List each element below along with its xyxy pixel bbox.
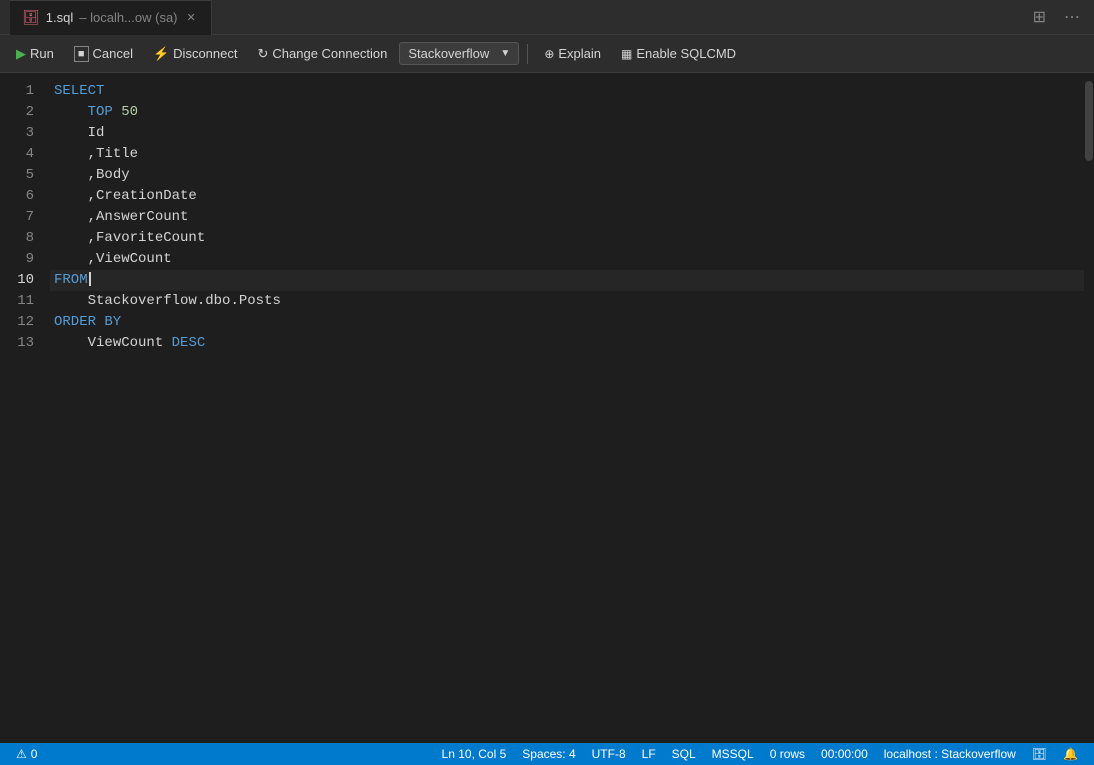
run-icon: ▶ bbox=[16, 46, 26, 62]
enable-sqlcmd-button[interactable]: ▦ Enable SQLCMD bbox=[613, 42, 744, 65]
disconnect-label: Disconnect bbox=[173, 46, 237, 61]
run-button[interactable]: ▶ Run bbox=[8, 42, 62, 66]
explain-label: Explain bbox=[558, 46, 601, 61]
language-text: SQL bbox=[672, 747, 696, 761]
code-line-1[interactable]: SELECT bbox=[50, 81, 1084, 102]
code-line-7[interactable]: ,AnswerCount bbox=[50, 207, 1084, 228]
code-line-4[interactable]: ,Title bbox=[50, 144, 1084, 165]
scrollbar-thumb[interactable] bbox=[1085, 81, 1093, 161]
warning-icon: ⚠ bbox=[16, 747, 27, 761]
code-line-5[interactable]: ,Body bbox=[50, 165, 1084, 186]
time-text: 00:00:00 bbox=[821, 747, 868, 761]
connection-dropdown[interactable]: Stackoverflow ▼ bbox=[399, 42, 519, 65]
vertical-scrollbar[interactable] bbox=[1084, 73, 1094, 743]
db-icon: 🗄 bbox=[1032, 747, 1047, 761]
change-conn-icon: ↻ bbox=[257, 46, 268, 62]
notification-icon[interactable]: 🔔 bbox=[1055, 747, 1086, 761]
editor-area: 12345678910111213 SELECT TOP 50 Id ,Titl… bbox=[0, 73, 1094, 743]
cancel-button[interactable]: ■ Cancel bbox=[66, 42, 141, 66]
code-line-8[interactable]: ,FavoriteCount bbox=[50, 228, 1084, 249]
line-numbers: 12345678910111213 bbox=[0, 73, 50, 743]
dialect-text: MSSQL bbox=[712, 747, 754, 761]
explain-icon: ⊕ bbox=[544, 47, 554, 61]
explain-button[interactable]: ⊕ Explain bbox=[536, 42, 609, 65]
disconnect-icon: ⚡ bbox=[153, 46, 169, 62]
warning-count: 0 bbox=[31, 747, 38, 761]
title-bar-controls: ⊞ ⋯ bbox=[1029, 3, 1084, 31]
db-status-icon[interactable]: 🗄 bbox=[1024, 747, 1055, 761]
tab-db-icon: 🗄 bbox=[22, 9, 40, 26]
code-editor[interactable]: SELECT TOP 50 Id ,Title ,Body ,CreationD… bbox=[50, 73, 1084, 743]
line-ending-indicator[interactable]: LF bbox=[634, 747, 664, 761]
cancel-label: Cancel bbox=[93, 46, 133, 61]
connection-name: Stackoverflow bbox=[408, 46, 489, 61]
connection-indicator[interactable]: localhost : Stackoverflow bbox=[876, 747, 1024, 761]
code-line-11[interactable]: Stackoverflow.dbo.Posts bbox=[50, 291, 1084, 312]
warning-status[interactable]: ⚠ 0 bbox=[8, 747, 45, 761]
layout-icon[interactable]: ⊞ bbox=[1029, 3, 1050, 31]
time-indicator[interactable]: 00:00:00 bbox=[813, 747, 876, 761]
language-indicator[interactable]: SQL bbox=[664, 747, 704, 761]
encoding-indicator[interactable]: UTF-8 bbox=[584, 747, 634, 761]
dropdown-arrow-icon: ▼ bbox=[500, 48, 510, 59]
more-icon[interactable]: ⋯ bbox=[1060, 3, 1084, 31]
run-label: Run bbox=[30, 46, 54, 61]
cursor-position[interactable]: Ln 10, Col 5 bbox=[434, 747, 515, 761]
code-line-6[interactable]: ,CreationDate bbox=[50, 186, 1084, 207]
position-text: Ln 10, Col 5 bbox=[442, 747, 507, 761]
code-line-10[interactable]: FROM bbox=[50, 270, 1084, 291]
change-connection-label: Change Connection bbox=[272, 46, 387, 61]
spaces-indicator[interactable]: Spaces: 4 bbox=[514, 747, 583, 761]
title-bar: 🗄 1.sql – localh...ow (sa) ✕ ⊞ ⋯ bbox=[0, 0, 1094, 35]
status-bar: ⚠ 0 Ln 10, Col 5 Spaces: 4 UTF-8 LF SQL … bbox=[0, 743, 1094, 765]
spaces-text: Spaces: 4 bbox=[522, 747, 575, 761]
tab-subtitle: – localh...ow (sa) bbox=[79, 10, 177, 25]
tab-name: 1.sql bbox=[46, 10, 73, 25]
sqlcmd-icon: ▦ bbox=[621, 47, 632, 61]
status-right: Ln 10, Col 5 Spaces: 4 UTF-8 LF SQL MSSQ… bbox=[434, 747, 1086, 761]
toolbar-separator bbox=[527, 44, 528, 64]
toolbar: ▶ Run ■ Cancel ⚡ Disconnect ↻ Change Con… bbox=[0, 35, 1094, 73]
status-left: ⚠ 0 bbox=[8, 747, 45, 761]
dialect-indicator[interactable]: MSSQL bbox=[704, 747, 762, 761]
cancel-icon: ■ bbox=[74, 46, 89, 62]
enable-sqlcmd-label: Enable SQLCMD bbox=[636, 46, 736, 61]
code-line-2[interactable]: TOP 50 bbox=[50, 102, 1084, 123]
tab-area: 🗄 1.sql – localh...ow (sa) ✕ bbox=[10, 0, 1029, 35]
line-ending-text: LF bbox=[642, 747, 656, 761]
rows-text: 0 rows bbox=[770, 747, 805, 761]
connection-text: localhost : Stackoverflow bbox=[884, 747, 1016, 761]
tab-close-button[interactable]: ✕ bbox=[184, 10, 199, 25]
code-line-13[interactable]: ViewCount DESC bbox=[50, 333, 1084, 354]
change-connection-button[interactable]: ↻ Change Connection bbox=[249, 42, 395, 66]
code-line-12[interactable]: ORDER BY bbox=[50, 312, 1084, 333]
rows-indicator[interactable]: 0 rows bbox=[762, 747, 813, 761]
code-line-9[interactable]: ,ViewCount bbox=[50, 249, 1084, 270]
bell-icon: 🔔 bbox=[1063, 747, 1078, 761]
disconnect-button[interactable]: ⚡ Disconnect bbox=[145, 42, 246, 66]
encoding-text: UTF-8 bbox=[592, 747, 626, 761]
code-line-3[interactable]: Id bbox=[50, 123, 1084, 144]
editor-tab[interactable]: 🗄 1.sql – localh...ow (sa) ✕ bbox=[10, 0, 212, 35]
